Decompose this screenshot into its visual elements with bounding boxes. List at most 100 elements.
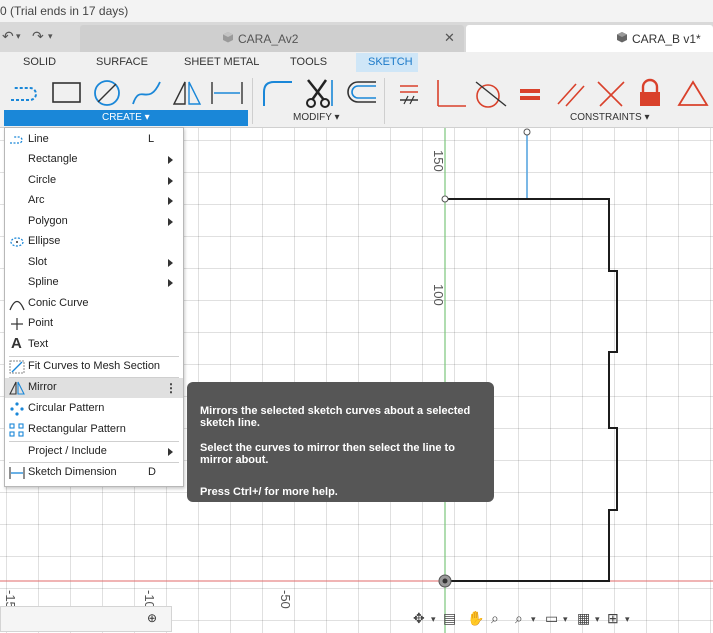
- menu-item-spline[interactable]: Spline: [5, 273, 183, 293]
- menu-item-label: Circle: [28, 174, 57, 186]
- look-at-icon[interactable]: ▤: [443, 610, 456, 627]
- rectangle-icon[interactable]: [50, 78, 84, 108]
- offset-icon[interactable]: [342, 78, 378, 108]
- submenu-arrow-icon: [168, 156, 173, 164]
- browser-panel-collapsed[interactable]: ⊕: [0, 606, 172, 632]
- fit-icon[interactable]: ⌕: [515, 610, 523, 627]
- orbit-icon[interactable]: ✥: [413, 610, 425, 627]
- spline-icon[interactable]: [130, 78, 164, 108]
- parallel-icon[interactable]: [554, 78, 588, 108]
- viewports-dropdown-icon[interactable]: ▾: [625, 614, 630, 625]
- submenu-arrow-icon: [168, 259, 173, 267]
- fillet-icon[interactable]: [260, 78, 296, 108]
- menu-item-fit-curves[interactable]: Fit Curves to Mesh Section: [5, 357, 183, 377]
- viewports-icon[interactable]: ⊞: [607, 610, 619, 627]
- pan-icon[interactable]: ✋: [467, 610, 484, 627]
- perpendicular-icon[interactable]: [432, 78, 468, 108]
- shortcut-label: D: [148, 466, 156, 478]
- ruler-label-100: 100: [431, 284, 446, 306]
- constraints-menu-button[interactable]: CONSTRAINTS ▾: [570, 112, 649, 123]
- triangle-icon[interactable]: [676, 78, 710, 108]
- menu-item-label: Conic Curve: [28, 297, 89, 309]
- display-dropdown-icon[interactable]: ▾: [563, 614, 568, 625]
- menu-item-text[interactable]: A Text: [5, 335, 183, 355]
- line-icon: [10, 136, 23, 144]
- tab-sketch[interactable]: SKETCH: [356, 53, 418, 72]
- navigation-bar: ✥ ▾ ▤ ✋ ⌕ ⌕ ▾ ▭ ▾ ▦ ▾ ⊞ ▾: [411, 608, 633, 630]
- coincident-icon[interactable]: [396, 78, 422, 108]
- text-icon: A: [11, 335, 22, 352]
- trim-icon[interactable]: [302, 78, 338, 108]
- menu-item-sketch-dimension[interactable]: Sketch Dimension D: [5, 463, 183, 483]
- menu-item-rectangular-pattern[interactable]: Rectangular Pattern: [5, 420, 183, 440]
- menu-item-label: Point: [28, 317, 54, 329]
- window-title: 0 (Trial ends in 17 days): [0, 4, 129, 18]
- undo-dropdown-icon[interactable]: ▾: [16, 31, 21, 42]
- tab-surface[interactable]: SURFACE: [96, 56, 148, 68]
- menu-item-line[interactable]: Line L: [5, 130, 183, 150]
- mirror-icon: [9, 381, 25, 395]
- document-tab-bar: ↶ ▾ ↷ ▾ CARA_Av2 ✕ CARA_B v1*: [0, 22, 713, 52]
- create-menu-button[interactable]: CREATE ▾: [4, 110, 248, 126]
- display-icon[interactable]: ▭: [545, 610, 558, 627]
- orbit-dropdown-icon[interactable]: ▾: [431, 614, 436, 625]
- more-options-icon[interactable]: ⋮: [165, 381, 177, 395]
- component-icon: [223, 32, 233, 43]
- component-icon: [617, 32, 627, 43]
- fit-dropdown-icon[interactable]: ▾: [531, 614, 536, 625]
- menu-item-label: Rectangular Pattern: [28, 423, 126, 435]
- tooltip-help: Press Ctrl+/ for more help.: [200, 486, 338, 498]
- tab-sheet-metal[interactable]: SHEET METAL: [184, 56, 259, 68]
- undo-icon[interactable]: ↶: [2, 28, 14, 45]
- circle-icon[interactable]: [90, 78, 124, 108]
- origin-center: [442, 578, 448, 584]
- mirror-tooltip: Mirrors the selected sketch curves about…: [187, 382, 494, 502]
- menu-item-label: Project / Include: [28, 445, 107, 457]
- menu-item-rectangle[interactable]: Rectangle: [5, 150, 183, 170]
- tab-tools[interactable]: TOOLS: [290, 56, 327, 68]
- tab-cara-a[interactable]: CARA_Av2 ✕: [80, 25, 464, 52]
- fix-icon[interactable]: [636, 78, 664, 108]
- menu-item-project-include[interactable]: Project / Include: [5, 442, 183, 462]
- ellipse-icon: [10, 237, 24, 247]
- tangent-icon[interactable]: [472, 78, 508, 108]
- endpoint[interactable]: [441, 195, 449, 203]
- menu-item-label: Text: [28, 338, 49, 350]
- collinear-icon[interactable]: [594, 78, 628, 108]
- mirror-icon[interactable]: [170, 78, 204, 108]
- tab-solid[interactable]: SOLID: [23, 56, 56, 68]
- tab-cara-b[interactable]: CARA_B v1*: [466, 25, 713, 52]
- title-bar: 0 (Trial ends in 17 days): [0, 0, 713, 22]
- tab-sketch-label: SKETCH: [368, 56, 413, 68]
- menu-item-label: Line: [28, 133, 49, 145]
- submenu-arrow-icon: [168, 177, 173, 185]
- add-icon[interactable]: ⊕: [147, 611, 157, 625]
- menu-item-label: Circular Pattern: [28, 402, 105, 414]
- grid-dropdown-icon[interactable]: ▾: [595, 614, 600, 625]
- modify-menu-button[interactable]: MODIFY ▾: [293, 112, 340, 123]
- redo-dropdown-icon[interactable]: ▾: [48, 31, 53, 42]
- menu-item-polygon[interactable]: Polygon: [5, 212, 183, 232]
- equal-icon[interactable]: [516, 78, 544, 108]
- menu-item-circular-pattern[interactable]: Circular Pattern: [5, 399, 183, 419]
- menu-item-arc[interactable]: Arc: [5, 191, 183, 211]
- menu-item-mirror[interactable]: Mirror ⋮: [5, 378, 183, 398]
- create-label: CREATE ▾: [102, 112, 150, 123]
- grid-icon[interactable]: ▦: [577, 610, 590, 627]
- menu-item-slot[interactable]: Slot: [5, 253, 183, 273]
- endpoint[interactable]: [523, 128, 531, 136]
- menu-item-label: Mirror: [28, 381, 57, 393]
- menu-item-point[interactable]: Point: [5, 314, 183, 334]
- fit-curves-icon: [9, 360, 25, 374]
- point-icon: [11, 318, 23, 330]
- zoom-icon[interactable]: ⌕: [491, 610, 499, 627]
- close-tab-icon[interactable]: ✕: [444, 30, 455, 46]
- dimension-icon[interactable]: [208, 78, 246, 108]
- menu-item-ellipse[interactable]: Ellipse: [5, 232, 183, 252]
- line-icon[interactable]: [8, 78, 44, 108]
- menu-item-conic-curve[interactable]: Conic Curve: [5, 294, 183, 314]
- submenu-arrow-icon: [168, 448, 173, 456]
- menu-item-circle[interactable]: Circle: [5, 171, 183, 191]
- redo-icon[interactable]: ↷: [32, 28, 44, 45]
- menu-item-label: Arc: [28, 194, 45, 206]
